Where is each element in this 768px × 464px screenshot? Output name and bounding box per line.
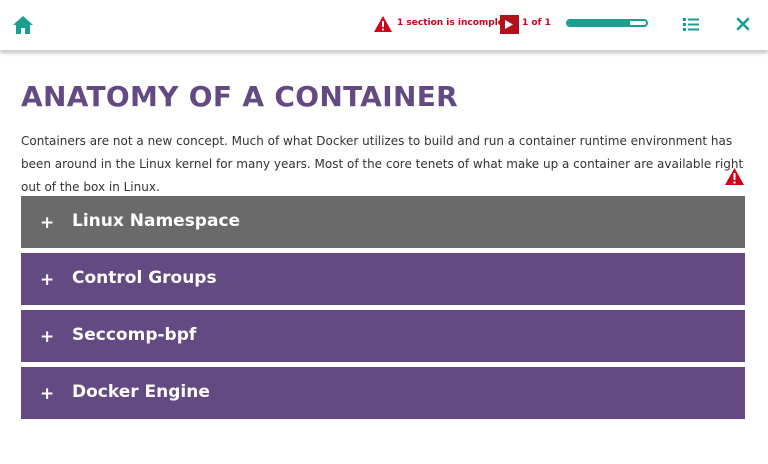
accordion-item-label: Control Groups <box>72 268 217 288</box>
accordion-item-control-groups[interactable]: + Control Groups <box>21 253 745 305</box>
close-icon[interactable] <box>736 17 750 31</box>
page-title: ANATOMY OF A CONTAINER <box>21 80 459 113</box>
page-counter: 1 of 1 <box>522 18 551 28</box>
top-bar: 1 section is incomplete! 1 of 1 <box>0 0 768 51</box>
plus-icon: + <box>40 270 55 290</box>
intro-paragraph: Containers are not a new concept. Much o… <box>21 134 744 194</box>
section-warning-icon <box>725 168 744 185</box>
accordion: + Linux Namespace + Control Groups + Sec… <box>21 196 745 424</box>
accordion-item-label: Linux Namespace <box>72 211 241 231</box>
accordion-item-label: Seccomp-bpf <box>72 325 197 345</box>
accordion-item-label: Docker Engine <box>72 382 210 402</box>
list-icon[interactable] <box>683 18 699 31</box>
play-icon <box>505 20 513 29</box>
home-icon[interactable] <box>12 15 34 35</box>
progress-bar <box>566 19 648 27</box>
plus-icon: + <box>40 327 55 347</box>
plus-icon: + <box>40 213 55 233</box>
progress-fill <box>568 21 631 25</box>
accordion-item-linux-namespace[interactable]: + Linux Namespace <box>21 196 745 248</box>
next-page-button[interactable] <box>500 15 519 34</box>
warning-icon <box>374 16 392 32</box>
accordion-item-seccomp-bpf[interactable]: + Seccomp-bpf <box>21 310 745 362</box>
plus-icon: + <box>40 384 55 404</box>
accordion-item-docker-engine[interactable]: + Docker Engine <box>21 367 745 419</box>
